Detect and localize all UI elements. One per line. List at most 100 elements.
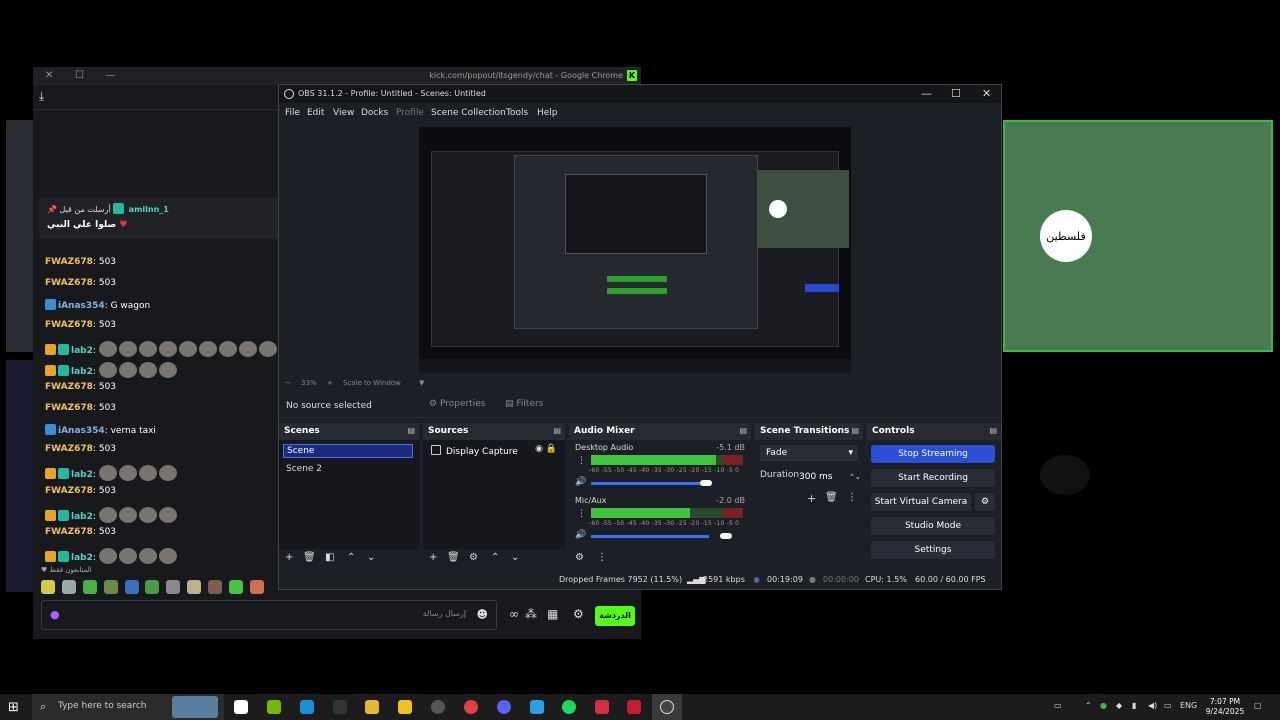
menu-view[interactable]: View bbox=[333, 108, 354, 118]
users-icon[interactable]: ⁂ bbox=[525, 607, 537, 621]
notification-icon[interactable]: ▢ bbox=[1254, 701, 1262, 710]
network-icon[interactable]: ▭ bbox=[1164, 701, 1172, 710]
properties-button[interactable]: ⚙ Properties bbox=[429, 399, 485, 409]
undock-icon[interactable]: ▤ bbox=[553, 426, 561, 435]
emote-icon[interactable] bbox=[41, 580, 55, 594]
download-icon[interactable]: ⤓ bbox=[39, 89, 44, 104]
emote-icon[interactable] bbox=[208, 580, 222, 594]
close-icon[interactable]: ✕ bbox=[982, 87, 991, 100]
volume-icon[interactable]: ◀) bbox=[1148, 701, 1157, 710]
gear-icon[interactable]: ⚙ bbox=[469, 552, 478, 563]
chat-username[interactable]: FWAZ678 bbox=[45, 527, 93, 537]
file-explorer-icon[interactable] bbox=[365, 700, 379, 714]
undock-icon[interactable]: ▤ bbox=[739, 426, 747, 435]
add-icon[interactable]: + bbox=[285, 552, 293, 563]
menu-scene-collection[interactable]: Scene Collection bbox=[431, 108, 506, 118]
emote-icon[interactable] bbox=[166, 580, 181, 594]
undock-icon[interactable]: ▤ bbox=[851, 426, 859, 435]
scene-item[interactable]: Scene bbox=[283, 444, 413, 458]
eye-icon[interactable]: ◉ bbox=[535, 444, 543, 454]
trash-icon[interactable]: 🗑 bbox=[303, 552, 316, 563]
emoji-icon[interactable]: ☻ bbox=[477, 608, 488, 621]
more-icon[interactable]: ⋮ bbox=[577, 509, 586, 519]
chat-username[interactable]: FWAZ678 bbox=[45, 444, 93, 454]
menu-file[interactable]: File bbox=[285, 108, 300, 118]
chat-send-button[interactable]: الدردشة bbox=[595, 606, 635, 626]
menu-help[interactable]: Help bbox=[537, 108, 558, 118]
app-icon[interactable] bbox=[398, 700, 412, 714]
filters-button[interactable]: ▤ Filters bbox=[505, 399, 543, 409]
emote-icon[interactable] bbox=[61, 580, 76, 594]
language-indicator[interactable]: ENG bbox=[1180, 701, 1197, 710]
add-icon[interactable]: + bbox=[429, 552, 437, 563]
chat-username[interactable]: FWAZ678 bbox=[45, 403, 93, 413]
menu-edit[interactable]: Edit bbox=[307, 108, 324, 118]
steam-icon[interactable] bbox=[300, 700, 314, 714]
chrome-icon[interactable] bbox=[464, 700, 478, 714]
close-icon[interactable]: ✕ bbox=[45, 70, 53, 81]
keyboard-icon[interactable]: ▭ bbox=[1054, 701, 1062, 710]
discord-icon[interactable] bbox=[497, 700, 511, 714]
maximize-icon[interactable]: ☐ bbox=[75, 70, 84, 81]
more-icon[interactable]: ⋮ bbox=[577, 456, 586, 466]
chat-username[interactable]: lab2 bbox=[71, 367, 93, 377]
spotify-icon[interactable] bbox=[562, 700, 576, 714]
app-icon[interactable] bbox=[530, 700, 544, 714]
chevron-down-icon[interactable]: ▼ bbox=[419, 379, 424, 387]
studio-mode-button[interactable]: Studio Mode bbox=[871, 517, 995, 535]
source-item[interactable]: Display Capture bbox=[431, 445, 518, 457]
chat-username[interactable]: iAnas354 bbox=[58, 426, 105, 436]
gear-icon[interactable]: ⚙ bbox=[573, 607, 584, 621]
chat-username[interactable]: iAnas354 bbox=[58, 301, 105, 311]
calculator-icon[interactable] bbox=[234, 700, 248, 714]
chat-username[interactable]: FWAZ678 bbox=[45, 278, 93, 288]
emote-icon[interactable] bbox=[187, 580, 202, 594]
chat-username[interactable]: FWAZ678 bbox=[45, 486, 93, 496]
start-recording-button[interactable]: Start Recording bbox=[871, 469, 995, 487]
chat-username[interactable]: FWAZ678 bbox=[45, 257, 93, 267]
virtual-camera-settings-button[interactable]: ⚙ bbox=[975, 493, 995, 511]
emote-icon[interactable] bbox=[82, 580, 97, 594]
windows-start-icon[interactable]: ⊞ bbox=[8, 700, 19, 715]
arrow-down-icon[interactable]: ⌄ bbox=[367, 552, 375, 563]
pinned-message[interactable]: 📌 أرسلت من قبل amilnn_1 صلوا علي النبي ♥ bbox=[39, 197, 279, 239]
taskbar-search[interactable]: ⌕ Type here to search bbox=[32, 694, 224, 720]
tray-app-icon[interactable]: ▮ bbox=[1132, 701, 1136, 710]
emote-icon[interactable] bbox=[103, 580, 118, 594]
chevron-up-icon[interactable]: ⌃ bbox=[1085, 701, 1092, 710]
more-icon[interactable]: ⋮ bbox=[597, 552, 607, 563]
chat-input[interactable]: ● إرسال رسالة ☻ bbox=[41, 600, 497, 630]
zoom-out-icon[interactable]: − bbox=[285, 379, 291, 387]
chat-username[interactable]: lab2 bbox=[71, 470, 93, 480]
clock[interactable]: 7:07 PM 9/24/2025 bbox=[1203, 697, 1247, 717]
maximize-icon[interactable]: ☐ bbox=[951, 87, 961, 100]
tray-app-icon[interactable]: ◆ bbox=[1116, 701, 1122, 710]
duration-input[interactable]: 300 ms ⌃⌄ bbox=[799, 469, 861, 485]
emote-icon[interactable] bbox=[145, 580, 160, 594]
more-icon[interactable]: ⋮ bbox=[847, 492, 857, 503]
nvidia-icon[interactable] bbox=[267, 700, 281, 714]
chat-username[interactable]: lab2 bbox=[71, 553, 93, 563]
chat-username[interactable]: lab2 bbox=[71, 346, 93, 356]
filter-icon[interactable]: ◧ bbox=[325, 552, 334, 563]
trash-icon[interactable]: 🗑 bbox=[447, 552, 460, 563]
emote-icon[interactable] bbox=[124, 580, 139, 594]
minimize-icon[interactable]: — bbox=[105, 70, 115, 81]
trash-icon[interactable]: 🗑 bbox=[825, 492, 838, 503]
volume-slider[interactable] bbox=[591, 533, 732, 539]
speaker-icon[interactable]: 🔊 bbox=[575, 477, 586, 487]
lock-icon[interactable]: 🔒 bbox=[546, 444, 557, 454]
menu-tools[interactable]: Tools bbox=[506, 108, 528, 118]
menu-docks[interactable]: Docks bbox=[361, 108, 388, 118]
arrow-up-icon[interactable]: ⌃ bbox=[491, 552, 499, 563]
app-icon[interactable] bbox=[627, 700, 641, 714]
gift-icon[interactable]: ▦ bbox=[547, 607, 558, 621]
infinity-icon[interactable]: ∞ bbox=[509, 607, 519, 621]
preview-canvas[interactable] bbox=[419, 127, 851, 373]
tray-app-icon[interactable]: ● bbox=[1100, 701, 1107, 710]
add-icon[interactable]: + bbox=[807, 492, 816, 505]
app-icon[interactable] bbox=[333, 700, 347, 714]
refresh-app-icon[interactable] bbox=[431, 700, 445, 714]
chat-username[interactable]: lab2 bbox=[71, 512, 93, 522]
microphone-icon[interactable]: ● bbox=[50, 608, 60, 622]
